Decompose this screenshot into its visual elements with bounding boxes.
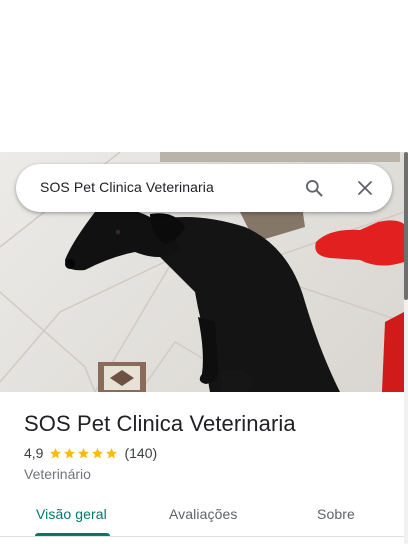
place-category[interactable]: Veterinário [24,466,91,482]
place-info-panel: SOS Pet Clinica Veterinaria 4,9 (140) Ve… [0,392,404,544]
star-icon [92,447,104,458]
tabs-divider [0,536,404,537]
tab-reviews[interactable]: Avaliações [169,506,237,522]
close-icon[interactable] [353,176,377,200]
search-query-text[interactable]: SOS Pet Clinica Veterinaria [40,179,214,195]
search-icon[interactable] [302,176,326,200]
review-count[interactable]: (140) [124,445,157,461]
star-icon [78,447,90,458]
star-rating [49,447,119,460]
place-title: SOS Pet Clinica Veterinaria [24,411,296,436]
rating-row[interactable]: 4,9 (140) [24,445,157,461]
tab-about[interactable]: Sobre [317,506,355,522]
scrollbar-thumb[interactable] [404,152,408,300]
rating-value: 4,9 [24,445,44,461]
star-icon [64,447,76,458]
place-tabs: Visão geral Avaliações Sobre [0,496,404,544]
top-blank-area [0,0,408,152]
star-icon [50,447,62,458]
star-icon [106,447,118,458]
search-bar[interactable]: SOS Pet Clinica Veterinaria [16,164,392,212]
tab-overview[interactable]: Visão geral [36,506,107,522]
